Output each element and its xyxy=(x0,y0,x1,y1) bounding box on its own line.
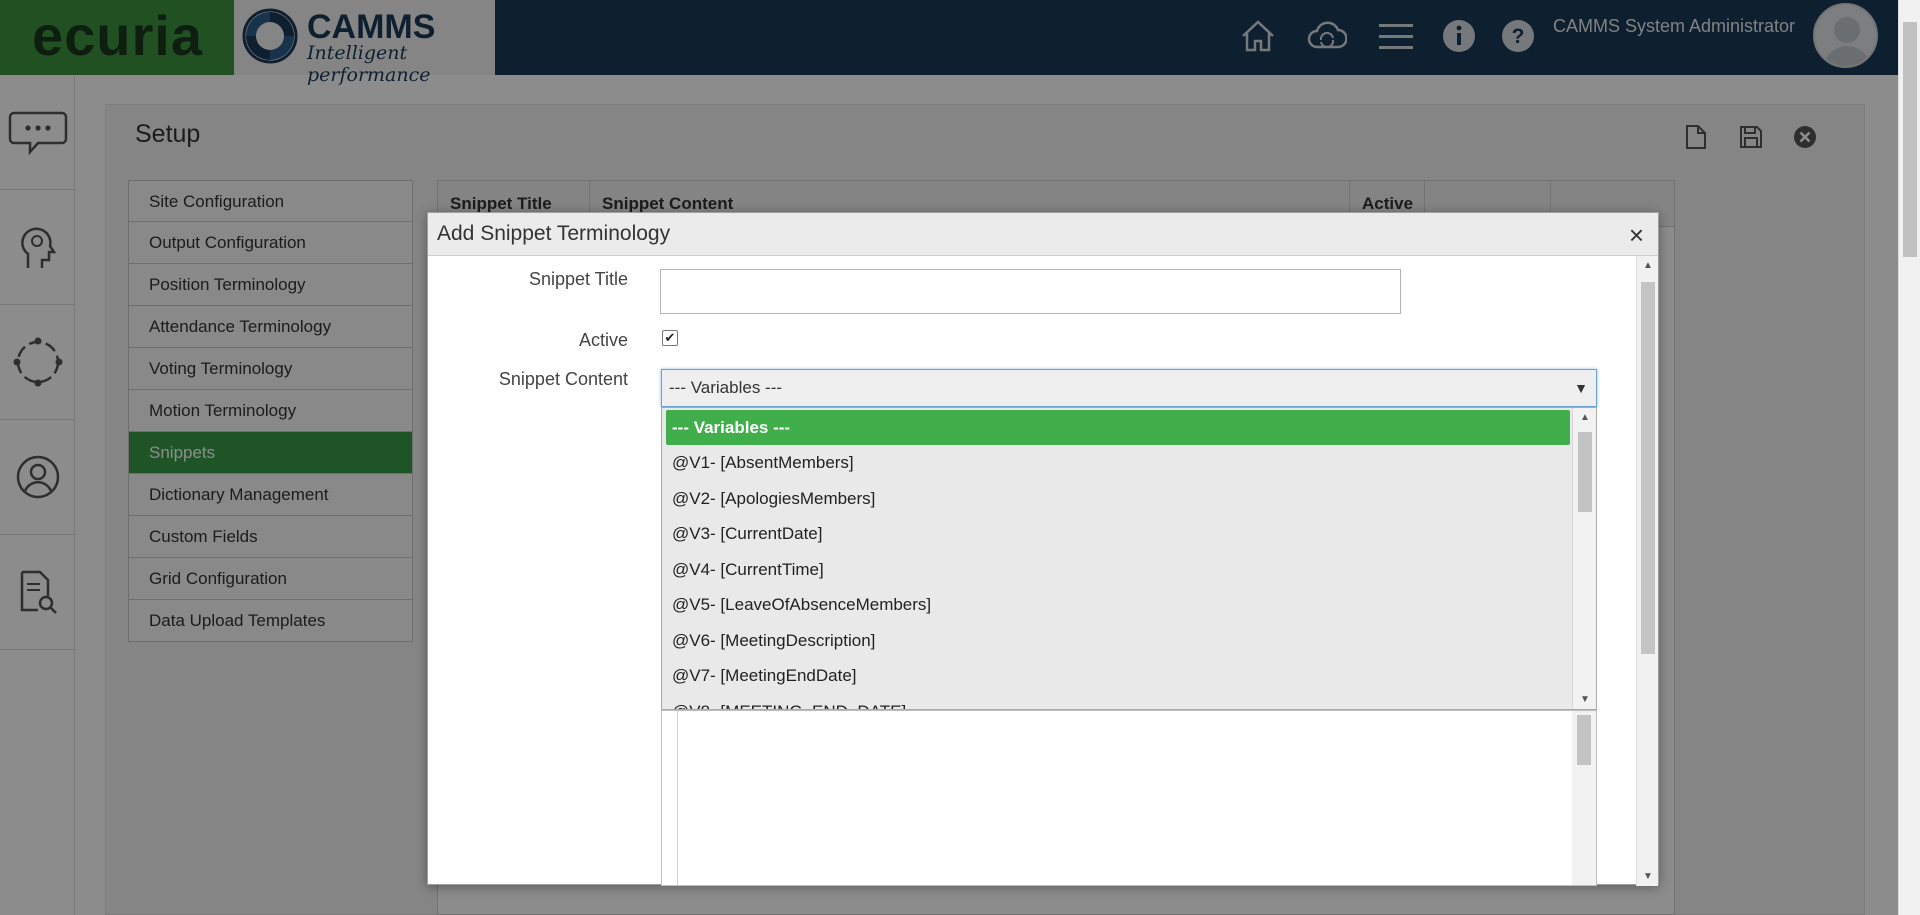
option-v6[interactable]: @V6- [MeetingDescription] xyxy=(662,623,1570,659)
snippet-content-label: Snippet Content xyxy=(498,369,628,389)
active-checkbox[interactable]: ✔ xyxy=(662,330,678,346)
option-v2[interactable]: @V2- [ApologiesMembers] xyxy=(662,481,1570,517)
modal-scrollbar[interactable]: ▲ ▼ xyxy=(1636,256,1658,886)
modal-scroll-down-icon[interactable]: ▼ xyxy=(1637,871,1659,882)
option-v8[interactable]: @V8- [MEETING_END_DATE] xyxy=(662,694,1570,710)
snippet-content-editor[interactable] xyxy=(661,710,1597,886)
modal-header: Add Snippet Terminology × xyxy=(428,213,1658,256)
option-variables-header[interactable]: --- Variables --- xyxy=(666,410,1570,445)
dropdown-scrollbar[interactable]: ▲ ▼ xyxy=(1572,408,1596,709)
option-v7[interactable]: @V7- [MeetingEndDate] xyxy=(662,658,1570,694)
snippet-title-label: Snippet Title xyxy=(528,269,628,289)
editor-scrollbar-thumb[interactable] xyxy=(1577,715,1591,765)
dropdown-scrollbar-thumb[interactable] xyxy=(1578,432,1592,512)
variables-dropdown-list: --- Variables --- @V1- [AbsentMembers] @… xyxy=(661,407,1597,710)
variables-select[interactable]: --- Variables --- ▼ xyxy=(661,369,1597,407)
chevron-down-icon: ▼ xyxy=(1574,380,1588,396)
editor-text-area[interactable] xyxy=(677,711,1582,885)
snippet-title-input[interactable] xyxy=(660,269,1401,314)
modal-title: Add Snippet Terminology xyxy=(437,222,671,245)
editor-scrollbar[interactable] xyxy=(1572,711,1596,885)
option-v5[interactable]: @V5- [LeaveOfAbsenceMembers] xyxy=(662,587,1570,623)
modal-scroll-up-icon[interactable]: ▲ xyxy=(1637,260,1659,271)
scroll-down-arrow-icon[interactable]: ▼ xyxy=(1573,694,1596,705)
active-label: Active xyxy=(578,330,628,350)
add-snippet-modal: Add Snippet Terminology × Snippet Title … xyxy=(427,212,1659,886)
option-v3[interactable]: @V3- [CurrentDate] xyxy=(662,516,1570,552)
modal-scrollbar-thumb[interactable] xyxy=(1641,282,1655,654)
page-scrollbar-thumb[interactable] xyxy=(1903,22,1917,257)
option-v4[interactable]: @V4- [CurrentTime] xyxy=(662,552,1570,588)
option-v1[interactable]: @V1- [AbsentMembers] xyxy=(662,445,1570,481)
variables-select-value: --- Variables --- xyxy=(669,378,783,397)
close-icon[interactable]: × xyxy=(1629,222,1644,248)
page-scrollbar[interactable] xyxy=(1898,0,1920,915)
scroll-up-arrow-icon[interactable]: ▲ xyxy=(1573,412,1596,423)
